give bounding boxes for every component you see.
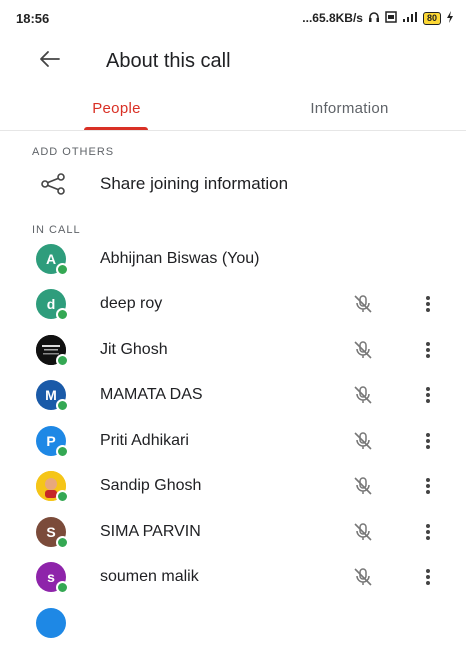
avatar-initial: s [47,569,55,586]
participant-name: Abhijnan Biswas (You) [100,249,260,267]
more-vert-icon [426,478,430,495]
presence-dot-icon [56,535,69,549]
avatar: A [36,243,69,276]
network-speed: ...65.8KB/s [302,11,363,25]
avatar-initial: d [46,296,56,313]
add-others-label: ADD OTHERS [32,146,115,158]
status-bar: 18:56 ...65.8KB/s 80 [0,0,466,36]
avatar: s [36,562,69,595]
participant-list: A Abhijnan Biswas (You) d deep roy Jit G… [0,236,466,646]
presence-dot-icon [56,490,69,504]
participant-name: Jit Ghosh [100,340,168,358]
participant-row: A Abhijnan Biswas (You) [0,236,466,282]
avatar [36,471,69,504]
participant-row: s soumen malik [0,555,466,601]
mic-off-icon [352,521,374,543]
volte-icon [385,10,397,26]
signal-icon [402,11,418,26]
mic-off-icon [352,430,374,452]
more-vert-icon [426,341,430,358]
avatar: M [36,380,69,413]
more-vert-icon [426,432,430,449]
presence-dot-icon [56,353,69,367]
participant-row: M MAMATA DAS [0,373,466,419]
tab-bar: People Information [0,86,466,131]
app-bar: About this call [0,36,466,86]
mic-off-icon [352,384,374,406]
mic-off-icon [352,339,374,361]
presence-dot-icon [56,444,69,458]
more-vert-icon [426,296,430,313]
in-call-label: IN CALL [32,224,81,236]
tab-people[interactable]: People [0,86,233,130]
tab-information-label: Information [310,99,389,117]
participant-name: Sandip Ghosh [100,477,202,495]
more-options-button[interactable] [416,338,440,362]
page-title: About this call [106,49,231,72]
presence-dot-icon [56,399,69,413]
participant-row: d deep roy [0,282,466,328]
back-button[interactable] [22,36,78,86]
participant-name: MAMATA DAS [100,386,203,404]
participant-row: Jit Ghosh [0,327,466,373]
status-icons: ...65.8KB/s 80 [302,10,454,26]
status-time: 18:56 [16,10,50,26]
more-options-button[interactable] [416,292,440,316]
charging-icon [446,10,454,26]
more-options-button[interactable] [416,520,440,544]
participant-name: soumen malik [100,568,199,586]
presence-dot-icon [56,262,69,276]
more-options-button[interactable] [416,474,440,498]
avatar-initial: M [45,387,57,404]
participant-row: Sandip Ghosh [0,464,466,510]
avatar [36,607,66,638]
participant-row: S SIMA PARVIN [0,509,466,555]
more-vert-icon [426,387,430,404]
arrow-back-icon [39,50,61,73]
mic-off-icon [352,566,374,588]
tab-indicator [84,127,148,130]
tab-people-label: People [92,99,141,117]
participant-row: P Priti Adhikari [0,418,466,464]
participant-name: SIMA PARVIN [100,522,201,540]
presence-dot-icon [56,308,69,322]
avatar [36,334,69,367]
avatar-initial: S [46,523,56,540]
participant-row-partial [0,600,466,646]
participant-name: Priti Adhikari [100,431,189,449]
more-vert-icon [426,569,430,586]
more-vert-icon [426,523,430,540]
tab-information[interactable]: Information [233,86,466,130]
avatar: P [36,425,69,458]
headphones-icon [368,11,380,26]
share-joining-info-button[interactable]: Share joining information [0,162,466,206]
participant-name: deep roy [100,295,163,313]
avatar: d [36,289,69,322]
battery-icon: 80 [422,11,441,25]
more-options-button[interactable] [416,383,440,407]
share-icon [40,173,70,195]
avatar-initial: P [46,432,56,449]
presence-dot-icon [56,581,69,595]
avatar: S [36,516,69,549]
more-options-button[interactable] [416,565,440,589]
avatar-initial: A [45,250,57,267]
share-joining-info-label: Share joining information [100,174,289,193]
mic-off-icon [352,475,374,497]
more-options-button[interactable] [416,429,440,453]
mic-off-icon [352,293,374,315]
